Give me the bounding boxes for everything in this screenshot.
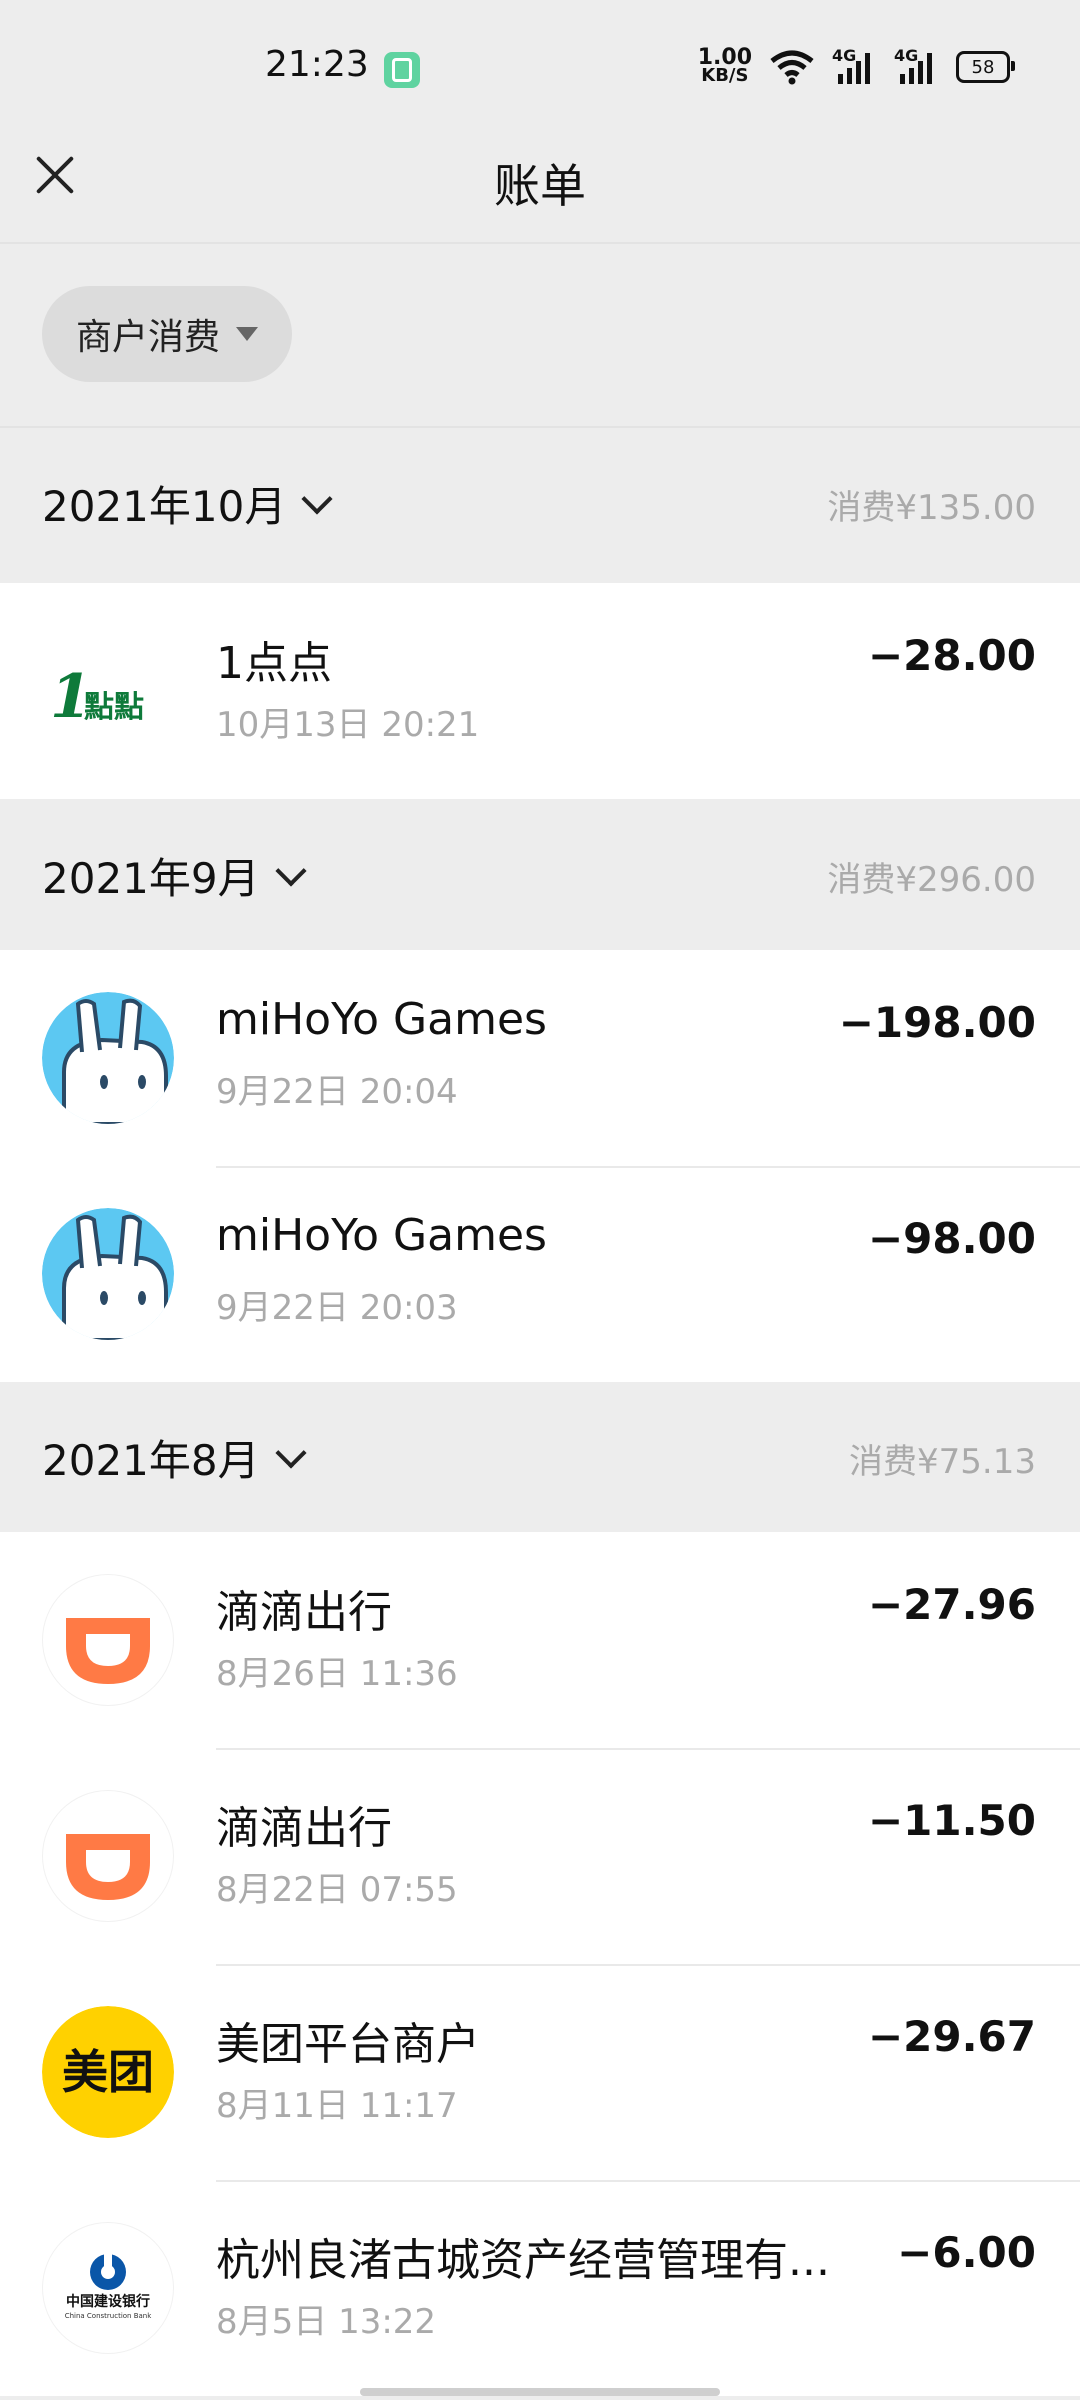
- month-header-october[interactable]: 2021年10月 消费¥135.00: [0, 428, 1080, 576]
- transaction-amount: −29.67: [867, 2012, 1036, 2061]
- yidiandian-logo: 1 點點: [42, 625, 174, 757]
- merchant-name: 1点点: [216, 638, 332, 689]
- transaction-time: 9月22日 20:04: [216, 1072, 458, 1112]
- status-time: 21:23: [265, 44, 369, 85]
- transaction-amount: −98.00: [867, 1214, 1036, 1263]
- transaction-amount: −27.96: [867, 1580, 1036, 1629]
- month-title: 2021年10月: [42, 473, 333, 534]
- transaction-row[interactable]: 滴滴出行 8月26日 11:36 −27.96: [0, 1532, 1080, 1748]
- chevron-down-icon: [275, 1436, 307, 1469]
- battery-level: 58: [971, 56, 995, 78]
- row-divider: [216, 2180, 1080, 2182]
- home-indicator[interactable]: [360, 2388, 720, 2396]
- transaction-time: 8月22日 07:55: [216, 1870, 458, 1910]
- row-divider: [216, 1748, 1080, 1750]
- network-speed: 1.00 KB/S: [698, 47, 752, 86]
- row-divider: [216, 1166, 1080, 1168]
- page-title: 账单: [494, 159, 586, 213]
- merchant-name: miHoYo Games: [216, 994, 547, 1045]
- transaction-time: 8月11日 11:17: [216, 2086, 458, 2126]
- month-total: 消费¥75.13: [849, 1442, 1036, 1482]
- month-header-august[interactable]: 2021年8月 消费¥75.13: [0, 1382, 1080, 1530]
- signal-icon-2: 4G: [894, 46, 938, 86]
- month-label: 2021年8月: [42, 1436, 260, 1485]
- didi-logo: [42, 1574, 174, 1706]
- mihoyo-logo: [42, 1208, 174, 1340]
- transaction-row[interactable]: 1 點點 1点点 10月13日 20:21 −28.00: [0, 583, 1080, 799]
- transaction-row[interactable]: 中国建设银行 China Construction Bank 杭州良渚古城资产经…: [0, 2180, 1080, 2396]
- header-divider: [0, 242, 1080, 244]
- transaction-row[interactable]: 美团 美团平台商户 8月11日 11:17 −29.67: [0, 1964, 1080, 2180]
- meituan-logo-text: 美团: [62, 2045, 154, 2099]
- transaction-time: 10月13日 20:21: [216, 705, 480, 745]
- transaction-row[interactable]: miHoYo Games 9月22日 20:03 −98.00: [0, 1166, 1080, 1382]
- caret-down-icon: [236, 327, 258, 341]
- signal-2-label: 4G: [894, 46, 919, 65]
- transaction-amount: −198.00: [838, 998, 1036, 1047]
- month-total: 消费¥135.00: [827, 488, 1036, 528]
- transaction-row[interactable]: miHoYo Games 9月22日 20:04 −198.00: [0, 950, 1080, 1166]
- transaction-time: 8月5日 13:22: [216, 2302, 437, 2342]
- transaction-time: 9月22日 20:03: [216, 1288, 458, 1328]
- ccb-logo-english: China Construction Bank: [65, 2312, 153, 2320]
- ccb-logo-text: 中国建设银行: [66, 2293, 150, 2310]
- merchant-name: 滴滴出行: [216, 1803, 392, 1854]
- didi-logo: [42, 1790, 174, 1922]
- chevron-down-icon: [301, 482, 333, 515]
- ccb-logo: 中国建设银行 China Construction Bank: [42, 2222, 174, 2354]
- mihoyo-logo: [42, 992, 174, 1124]
- month-header-september[interactable]: 2021年9月 消费¥296.00: [0, 800, 1080, 948]
- month-label: 2021年9月: [42, 854, 260, 903]
- meituan-logo: 美团: [42, 2006, 174, 2138]
- transaction-amount: −6.00: [897, 2228, 1036, 2277]
- notification-app-icon: [384, 52, 420, 88]
- network-speed-unit: KB/S: [701, 65, 749, 86]
- merchant-name: 滴滴出行: [216, 1587, 392, 1638]
- row-divider: [216, 1964, 1080, 1966]
- month-total: 消费¥296.00: [827, 860, 1036, 900]
- signal-1-label: 4G: [832, 46, 857, 65]
- filter-dropdown[interactable]: 商户消费: [42, 286, 292, 382]
- filter-label: 商户消费: [75, 317, 220, 358]
- transaction-amount: −11.50: [867, 1796, 1036, 1845]
- merchant-name: 美团平台商户: [216, 2019, 480, 2070]
- battery-icon: 58: [956, 51, 1015, 83]
- status-indicators: 1.00 KB/S 4G 4G 58: [698, 46, 1015, 86]
- month-label: 2021年10月: [42, 482, 287, 531]
- merchant-name: miHoYo Games: [216, 1210, 547, 1261]
- month-title: 2021年9月: [42, 845, 307, 906]
- merchant-name: 杭州良渚古城资产经营管理有...: [216, 2235, 830, 2286]
- status-bar: 21:23 1.00 KB/S 4G 4G 58: [0, 0, 1080, 140]
- wifi-icon: [770, 50, 814, 85]
- transaction-amount: −28.00: [867, 631, 1036, 680]
- chevron-down-icon: [275, 854, 307, 887]
- transaction-time: 8月26日 11:36: [216, 1654, 458, 1694]
- signal-icon-1: 4G: [832, 46, 876, 86]
- yidiandian-logo-text: 點點: [84, 690, 144, 725]
- month-title: 2021年8月: [42, 1427, 307, 1488]
- transaction-row[interactable]: 滴滴出行 8月22日 07:55 −11.50: [0, 1748, 1080, 1964]
